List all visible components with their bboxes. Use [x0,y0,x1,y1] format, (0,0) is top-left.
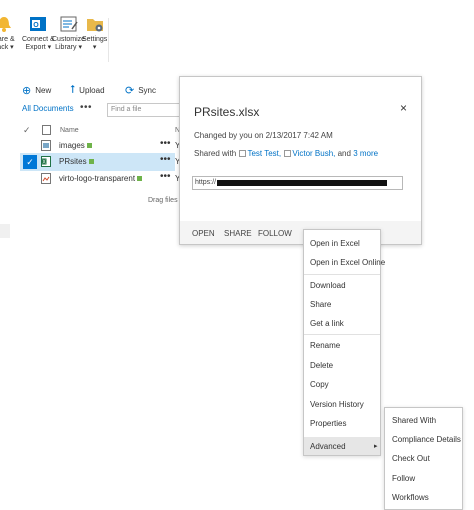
row-more-button[interactable]: ••• [160,138,171,149]
menu-open-in-excel[interactable]: Open in Excel [310,239,360,248]
find-file-input[interactable]: Find a file [107,103,182,117]
select-all-check[interactable]: ✓ [23,125,31,136]
callout-actions: OPEN SHARE FOLLOW [180,221,421,244]
image-file-icon [41,173,51,184]
file-type-header-icon [42,125,51,135]
new-command[interactable]: ⊕ New [22,84,51,97]
redacted-url [217,180,387,186]
menu-version-history[interactable]: Version History [310,400,364,409]
menu-get-a-link[interactable]: Get a link [310,319,344,328]
upload-arrow-icon: ⭡ [70,84,76,96]
ribbon: hare & rack ▾ O Connect & Export ▾ Custo… [0,0,474,64]
plus-circle-icon: ⊕ [22,85,32,97]
submenu-shared-with[interactable]: Shared With [392,416,436,425]
callout-title: PRsites.xlsx [194,105,260,119]
menu-share[interactable]: Share [310,300,331,309]
row-checkbox[interactable] [23,139,37,153]
menu-download[interactable]: Download [310,281,346,290]
row-checkbox-checked[interactable]: ✓ [23,155,37,169]
all-documents-view[interactable]: All Documents [22,104,74,113]
menu-advanced[interactable]: Advanced ▸ [304,437,380,455]
new-item-icon [88,159,94,165]
sync-command[interactable]: ⟳ Sync [125,84,156,97]
folder-image-icon [41,140,51,151]
row-name[interactable]: virto-logo-transparent [59,174,135,183]
sync-icon: ⟳ [125,85,135,97]
shared-more-link[interactable]: 3 more [353,149,378,158]
menu-rename[interactable]: Rename [310,341,340,350]
share-action[interactable]: SHARE [224,229,252,238]
library-settings-button[interactable]: Settings ▾ [82,14,107,52]
row-name[interactable]: PRsites [59,157,87,166]
close-icon[interactable]: × [400,101,407,115]
menu-separator [304,334,380,335]
changed-info: Changed by you on 2/13/2017 7:42 AM [194,131,333,140]
connect-export-button[interactable]: O Connect & Export ▾ [22,14,55,52]
submenu-check-out[interactable]: Check Out [392,454,430,463]
menu-open-in-excel-online[interactable]: Open in Excel Online [310,258,385,267]
row-checkbox[interactable] [23,172,37,186]
file-url-field[interactable]: https:// [192,176,403,190]
svg-text:O: O [34,22,40,29]
ribbon-divider [108,18,109,62]
user-presence-icon [239,150,247,158]
excel-file-icon: X [41,156,51,167]
customize-form-icon [59,14,79,34]
shared-user-link[interactable]: Test Test, [247,149,281,158]
new-item-icon [86,143,92,149]
customize-library-button[interactable]: Customize Library ▾ [52,14,85,52]
scroll-stub [0,224,10,238]
advanced-submenu: Shared With Compliance Details Check Out… [384,407,463,510]
view-more-button[interactable]: ••• [80,102,92,113]
submenu-follow[interactable]: Follow [392,474,415,483]
submenu-compliance-details[interactable]: Compliance Details [392,435,461,444]
name-column-header[interactable]: Name [60,127,79,134]
submenu-workflows[interactable]: Workflows [392,493,429,502]
list-row-virto-logo[interactable]: virto-logo-transparent ••• [20,170,175,188]
menu-delete[interactable]: Delete [310,361,333,370]
file-callout: PRsites.xlsx × Changed by you on 2/13/20… [179,76,422,245]
share-track-button[interactable]: hare & rack ▾ [0,14,15,52]
row-more-button[interactable]: ••• [160,171,171,182]
upload-command[interactable]: ⭡ Upload [70,84,105,97]
settings-folder-icon [85,14,105,34]
outlook-icon: O [28,14,48,34]
bell-icon [0,14,14,34]
new-item-icon [137,176,143,182]
list-row-prsites[interactable]: ✓ X PRsites ••• [20,153,175,171]
user-presence-icon [284,150,292,158]
shared-with: Shared with Test Test, Victor Bush, and … [194,149,379,158]
menu-copy[interactable]: Copy [310,380,329,389]
row-more-button[interactable]: ••• [160,154,171,165]
menu-separator [304,274,380,275]
shared-user-link[interactable]: Victor Bush, [292,149,335,158]
follow-action[interactable]: FOLLOW [258,229,292,238]
context-menu: Open in Excel Open in Excel Online Downl… [303,229,385,456]
row-name[interactable]: images [59,141,85,150]
open-action[interactable]: OPEN [192,229,215,238]
menu-properties[interactable]: Properties [310,419,346,428]
submenu-arrow-icon: ▸ [374,443,378,450]
